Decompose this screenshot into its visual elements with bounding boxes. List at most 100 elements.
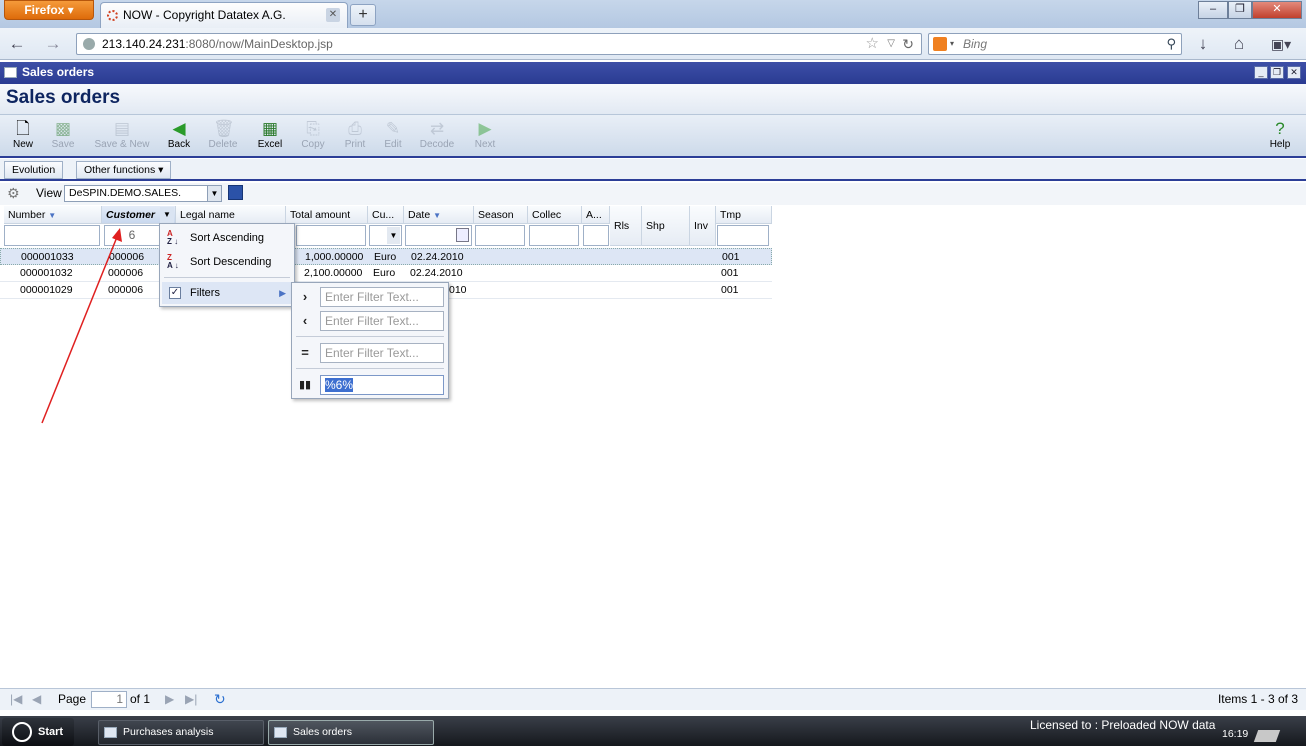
power-icon (12, 722, 32, 742)
task-label: Sales orders (293, 726, 352, 738)
sort-ascending-icon: AZ ↓ (167, 229, 179, 246)
back-button[interactable]: ◀ Back (164, 118, 194, 156)
copy-button-label: Copy (301, 139, 325, 150)
chevron-down-icon: ▾ (158, 164, 164, 176)
url-path: :8080/now/MainDesktop.jsp (185, 37, 333, 51)
close-window-button[interactable]: ✕ (1252, 1, 1302, 19)
start-label: Start (38, 726, 64, 738)
filters-label: Filters (190, 287, 220, 299)
save-view-icon[interactable] (228, 185, 243, 200)
app-close-button[interactable]: ✕ (1287, 66, 1301, 79)
save-button[interactable]: ▩ Save (46, 118, 80, 156)
next-page-icon[interactable]: ▶ (165, 689, 174, 710)
greater-than-filter-input[interactable]: Enter Filter Text... (320, 287, 444, 307)
excel-button[interactable]: ▦ Excel (254, 118, 286, 156)
taskbar-item-sales-orders[interactable]: Sales orders (268, 720, 434, 745)
season-filter-input[interactable] (475, 225, 525, 246)
column-header-total-amount[interactable]: Total amount (286, 206, 368, 224)
column-header-collection[interactable]: Collec (528, 206, 582, 224)
app-window-title: Sales orders (22, 65, 95, 79)
edit-icon: ✎ (385, 119, 401, 138)
grid-window-icon (274, 727, 287, 738)
engine-dropdown-icon[interactable]: ▾ (950, 34, 954, 54)
filters-item[interactable]: ✓ Filters ▶ (162, 282, 292, 304)
column-header-inv[interactable]: Inv (690, 206, 716, 246)
copy-button[interactable]: ⎘ Copy (298, 118, 328, 156)
currency-filter-select[interactable]: ▼ (369, 225, 402, 246)
forward-icon[interactable]: → (42, 34, 64, 54)
last-page-icon[interactable]: ▶| (185, 689, 197, 710)
new-tab-button[interactable]: + (350, 4, 376, 26)
bookmarks-menu-icon[interactable]: ▣▾ (1264, 34, 1298, 54)
app-minimize-button[interactable]: _ (1254, 66, 1268, 79)
column-header-currency[interactable]: Cu... (368, 206, 404, 224)
column-header-legal-name[interactable]: Legal name (176, 206, 286, 224)
print-button[interactable]: ⎙ Print (340, 118, 370, 156)
column-header-season[interactable]: Season (474, 206, 528, 224)
like-filter-input[interactable]: %6% (320, 375, 444, 395)
page-number-input[interactable]: 1 (91, 691, 127, 708)
sort-ascending-item[interactable]: AZ ↓ Sort Ascending (162, 227, 292, 249)
clock: 16:19 (1222, 728, 1249, 740)
date-filter-input[interactable] (405, 225, 472, 246)
column-header-shp[interactable]: Shp (642, 206, 690, 246)
items-count: Items 1 - 3 of 3 (1217, 692, 1298, 706)
browser-tab[interactable]: NOW - Copyright Datatex A.G. (100, 2, 348, 29)
print-icon: ⎙ (348, 119, 362, 138)
column-menu-dropdown-icon[interactable]: ▼ (160, 207, 174, 223)
column-header-date[interactable]: Date ▼ (404, 206, 474, 224)
home-icon[interactable]: ⌂ (1228, 34, 1250, 54)
app-restore-button[interactable]: ❐ (1270, 66, 1284, 79)
save-and-new-button[interactable]: ▤ Save & New (90, 118, 154, 156)
less-than-filter-input[interactable]: Enter Filter Text... (320, 311, 444, 331)
save-new-button-label: Save & New (94, 139, 150, 150)
tab-close-icon[interactable]: ✕ (326, 8, 340, 22)
search-icon[interactable]: ⚲ (1166, 34, 1176, 54)
gear-icon[interactable]: ⚙ (7, 186, 20, 201)
previous-page-icon[interactable]: ◀ (32, 689, 41, 710)
print-button-label: Print (344, 139, 366, 150)
function-bar (0, 159, 1306, 181)
restore-window-button[interactable]: ❐ (1228, 1, 1252, 19)
column-header-number[interactable]: Number ▼ (4, 206, 102, 224)
decode-button[interactable]: ⇄ Decode (416, 118, 458, 156)
refresh-icon[interactable]: ↻ (214, 689, 226, 710)
calendar-icon[interactable] (456, 228, 469, 242)
firefox-menu-button[interactable]: Firefox ▾ (4, 0, 94, 20)
other-functions-button[interactable]: Other functions ▾ (76, 161, 172, 179)
column-header-rls[interactable]: Rls (610, 206, 642, 246)
help-button[interactable]: ? Help (1264, 118, 1296, 156)
downloads-icon[interactable]: ↓ (1192, 34, 1214, 54)
column-header-a[interactable]: A... (582, 206, 610, 224)
taskbar-item-purchases-analysis[interactable]: Purchases analysis (98, 720, 264, 745)
filters-submenu: › Enter Filter Text... ‹ Enter Filter Te… (291, 282, 449, 399)
view-select[interactable]: DeSPIN.DEMO.SALES. ▼ (64, 185, 222, 202)
new-button[interactable]: 🗋 New (8, 118, 38, 156)
reload-icon[interactable]: ↻ (902, 34, 914, 54)
bookmark-star-icon[interactable]: ☆ (866, 34, 879, 54)
back-icon[interactable]: ← (6, 34, 28, 54)
delete-button[interactable]: 🗑 Delete (204, 118, 242, 156)
next-button[interactable]: ▶ Next (470, 118, 500, 156)
show-desktop-icon[interactable] (1253, 730, 1281, 742)
filters-checkbox[interactable]: ✓ (169, 287, 181, 299)
menu-divider (296, 336, 444, 337)
search-field[interactable]: ▾ Bing ⚲ (928, 33, 1182, 55)
row-date: 02.24.2010 (410, 267, 463, 279)
edit-button[interactable]: ✎ Edit (378, 118, 408, 156)
first-page-icon[interactable]: |◀ (10, 689, 22, 710)
tmp-filter-input[interactable] (717, 225, 769, 246)
minimize-window-button[interactable]: – (1198, 1, 1228, 19)
evolution-button[interactable]: Evolution (4, 161, 64, 179)
url-bar[interactable]: 213.140.24.231:8080/now/MainDesktop.jsp … (76, 33, 922, 55)
equals-filter-input[interactable]: Enter Filter Text... (320, 343, 444, 363)
collection-filter-input[interactable] (529, 225, 579, 246)
sort-descending-item[interactable]: ZA ↓ Sort Descending (162, 251, 292, 273)
a-filter-input[interactable] (583, 225, 609, 246)
history-dropdown-icon[interactable]: ▽ (887, 34, 895, 54)
firefox-menu-label: Firefox (24, 3, 65, 17)
back-button-label: Back (167, 139, 191, 150)
total-amount-filter-input[interactable] (296, 225, 366, 246)
column-header-tmp[interactable]: Tmp (716, 206, 772, 224)
start-button[interactable]: Start (2, 718, 74, 746)
